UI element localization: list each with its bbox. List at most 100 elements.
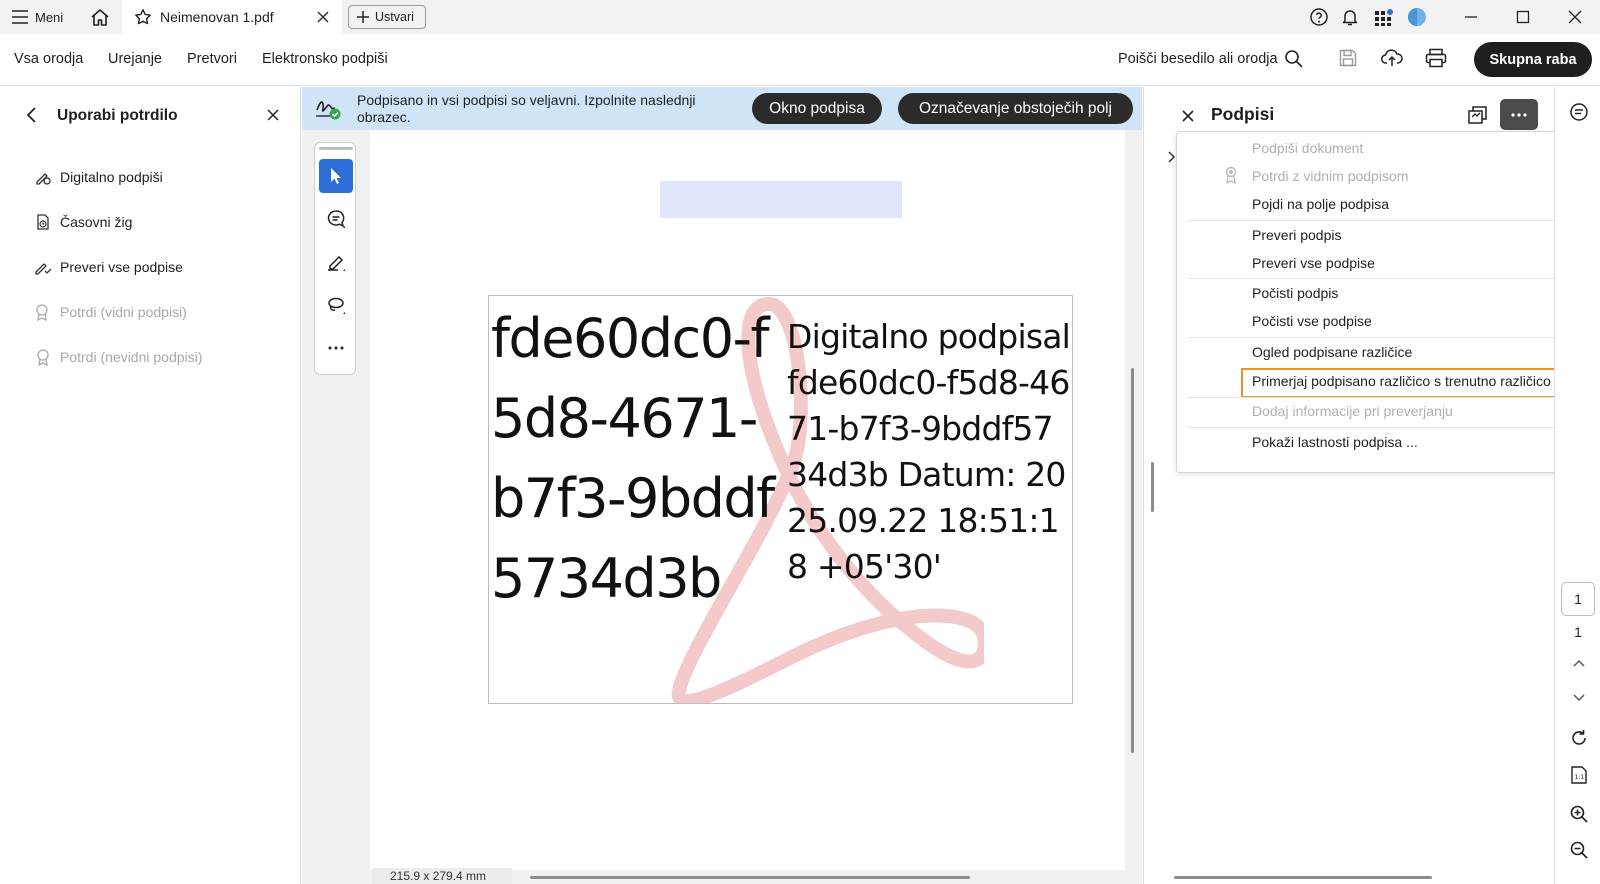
star-icon[interactable] xyxy=(134,8,152,26)
close-panel-icon[interactable] xyxy=(265,107,281,123)
draw-tool[interactable] xyxy=(319,288,353,322)
zoom-out-icon[interactable] xyxy=(1568,839,1590,861)
create-label: Ustvari xyxy=(375,10,414,24)
right-rail: 1 1 1:1 xyxy=(1554,87,1600,884)
plus-icon xyxy=(357,11,369,23)
close-window-icon[interactable] xyxy=(1564,6,1586,28)
total-pages: 1 xyxy=(1574,624,1582,640)
cursor-arrow-icon xyxy=(328,167,344,185)
certificate-ribbon-icon xyxy=(1223,166,1239,184)
menu-divider xyxy=(1187,337,1600,338)
signature-layers-icon[interactable] xyxy=(1467,104,1489,126)
minimize-icon[interactable] xyxy=(1460,6,1482,28)
highlight-fields-button[interactable]: Označevanje obstoječih polj xyxy=(898,93,1133,124)
maximize-icon[interactable] xyxy=(1512,6,1534,28)
validate-signature-icon xyxy=(34,258,52,276)
signature-valid-icon xyxy=(314,94,342,122)
tool-label: Časovni žig xyxy=(60,214,133,230)
next-page-icon[interactable] xyxy=(1568,687,1590,709)
tab-all-tools[interactable]: Vsa orodja xyxy=(14,51,83,67)
print-icon[interactable] xyxy=(1425,48,1447,68)
panel-title: Uporabi potrdilo xyxy=(57,107,178,124)
more-tools-button[interactable] xyxy=(319,331,353,365)
previous-page-icon[interactable] xyxy=(1568,652,1590,674)
apps-grid-icon[interactable] xyxy=(1373,6,1395,28)
more-options-button[interactable] xyxy=(1500,99,1538,130)
signature-appearance[interactable]: fde60dc0-f5d8-4671-b7f3-9bddf5734d3b Dig… xyxy=(488,295,1073,704)
tool-label: Potrdi (nevidni podpisi) xyxy=(60,349,203,365)
tool-label: Digitalno podpiši xyxy=(60,169,163,185)
highlighter-pen-icon xyxy=(325,251,347,273)
document-vertical-scrollbar[interactable] xyxy=(1131,368,1134,753)
menu-item-signature-properties[interactable]: Pokaži lastnosti podpisa ... xyxy=(1252,434,1418,450)
menu-item-add-verification-info: Dodaj informacije pri preverjanju xyxy=(1252,403,1453,419)
title-bar: Meni Neimenovan 1.pdf Ustvari xyxy=(0,0,1600,34)
avatar[interactable] xyxy=(1406,6,1428,28)
document-tab[interactable]: Neimenovan 1.pdf xyxy=(122,0,342,34)
menu-item-clear-all[interactable]: Počisti vse podpise xyxy=(1252,313,1372,329)
tab-esign[interactable]: Elektronsko podpiši xyxy=(262,51,388,67)
signature-options-menu: Podpiši dokument Potrdi z vidnim podpiso… xyxy=(1176,131,1600,473)
save-icon[interactable] xyxy=(1338,48,1358,68)
tab-edit[interactable]: Urejanje xyxy=(108,51,162,67)
menu-item-clear-signature[interactable]: Počisti podpis xyxy=(1252,285,1338,301)
comment-icon xyxy=(325,208,347,230)
menu-item-goto-signature-field[interactable]: Pojdi na polje podpisa xyxy=(1252,196,1389,212)
menu-divider xyxy=(1187,397,1600,398)
menu-label: Meni xyxy=(35,9,64,25)
menu-divider xyxy=(1187,427,1600,428)
comment-tool[interactable] xyxy=(319,202,353,236)
certify-invisible-icon xyxy=(34,348,52,366)
timestamp-icon xyxy=(34,213,52,231)
more-dots-icon xyxy=(1510,112,1528,118)
menu-item-compare-versions[interactable]: Primerjaj podpisano različico s trenutno… xyxy=(1252,373,1551,389)
digital-signature-icon xyxy=(34,168,52,186)
search-icon[interactable] xyxy=(1284,49,1304,69)
menu-divider xyxy=(1187,220,1600,221)
drag-handle[interactable] xyxy=(319,147,353,150)
search-tools-label[interactable]: Poišči besedilo ali orodja xyxy=(1118,51,1278,67)
tool-digital-sign[interactable]: Digitalno podpiši xyxy=(34,166,163,188)
share-button[interactable]: Skupna raba xyxy=(1474,42,1592,77)
comments-rail-icon[interactable] xyxy=(1568,101,1590,123)
tool-label: Potrdi (vidni podpisi) xyxy=(60,304,187,320)
panel-horizontal-scrollbar[interactable] xyxy=(1174,876,1432,879)
signature-pane-button[interactable]: Okno podpisa xyxy=(752,93,882,124)
page-size-label: 215.9 x 279.4 mm xyxy=(372,868,512,884)
highlight-tool[interactable] xyxy=(319,245,353,279)
menu-button[interactable]: Meni xyxy=(12,6,63,28)
signer-name-large: fde60dc0-f5d8-4671-b7f3-9bddf5734d3b xyxy=(491,307,775,610)
help-icon[interactable] xyxy=(1308,6,1330,28)
create-button[interactable]: Ustvari xyxy=(348,5,426,29)
home-icon[interactable] xyxy=(88,5,112,29)
form-field[interactable] xyxy=(660,181,902,218)
document-horizontal-scrollbar[interactable] xyxy=(530,876,970,879)
rotate-icon[interactable] xyxy=(1568,727,1590,749)
actual-size-icon[interactable]: 1:1 xyxy=(1568,764,1590,786)
close-signatures-panel-icon[interactable] xyxy=(1181,109,1195,123)
more-dots-icon xyxy=(327,345,345,351)
tab-title: Neimenovan 1.pdf xyxy=(160,9,274,25)
svg-text:1:1: 1:1 xyxy=(1575,774,1585,781)
tool-validate-all[interactable]: Preveri vse podpise xyxy=(34,256,183,278)
close-tab-icon[interactable] xyxy=(316,10,330,24)
main-toolbar: Vsa orodja Urejanje Pretvori Elektronsko… xyxy=(0,34,1600,86)
tool-timestamp[interactable]: Časovni žig xyxy=(34,211,132,233)
tool-certify-invisible: Potrdi (nevidni podpisi) xyxy=(34,346,202,368)
back-arrow-icon[interactable] xyxy=(22,105,42,125)
panel-resize-handle[interactable] xyxy=(1151,462,1154,512)
menu-item-validate-all[interactable]: Preveri vse podpise xyxy=(1252,255,1375,271)
hamburger-icon xyxy=(12,10,28,24)
vertical-tools-bar xyxy=(314,142,356,375)
zoom-in-icon[interactable] xyxy=(1568,803,1590,825)
bell-icon[interactable] xyxy=(1339,6,1361,28)
menu-item-validate-signature[interactable]: Preveri podpis xyxy=(1252,227,1342,243)
current-page-input[interactable]: 1 xyxy=(1561,582,1595,616)
select-tool[interactable] xyxy=(319,159,353,193)
signature-details: Digitalno podpisal fde60dc0-f5d8-4671-b7… xyxy=(787,317,1071,586)
upload-cloud-icon[interactable] xyxy=(1381,48,1403,68)
tab-convert[interactable]: Pretvori xyxy=(187,51,237,67)
menu-divider xyxy=(1187,278,1600,279)
left-tools-panel: Uporabi potrdilo Digitalno podpiši Časov… xyxy=(0,87,301,884)
menu-item-view-signed-version[interactable]: Ogled podpisane različice xyxy=(1252,344,1412,360)
